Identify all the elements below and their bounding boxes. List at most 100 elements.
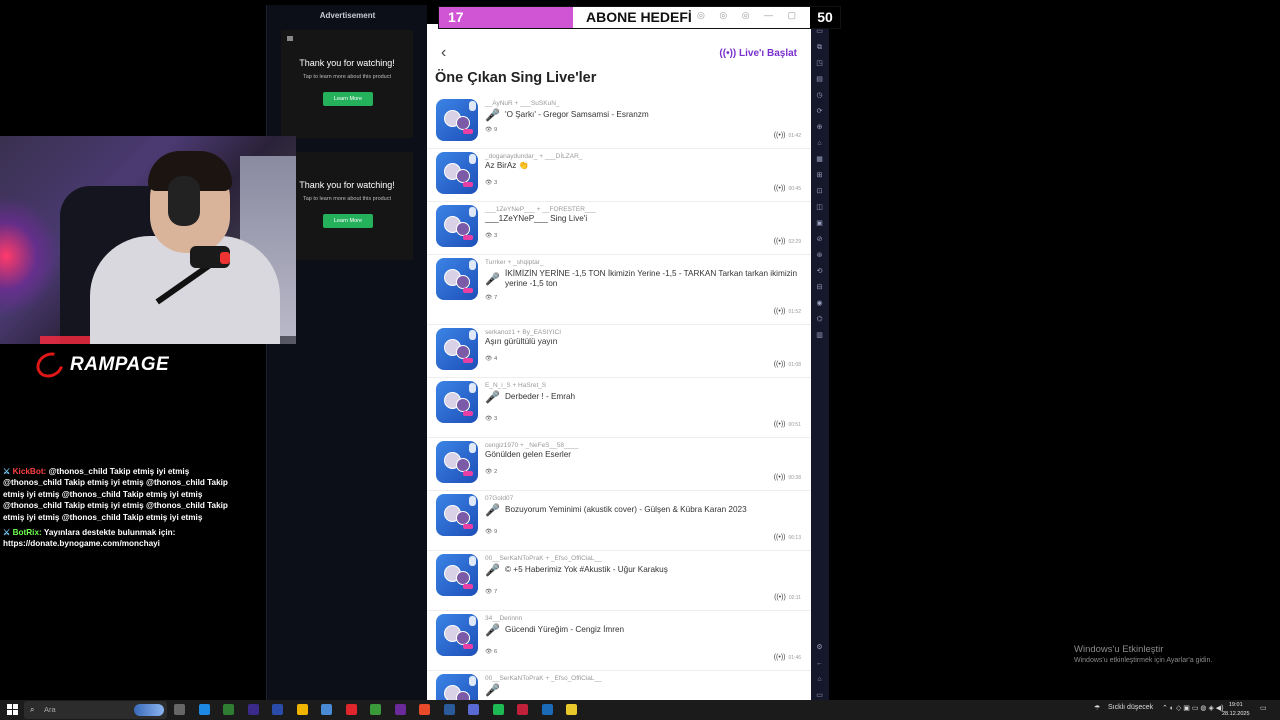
avatar (456, 275, 470, 289)
recents-icon[interactable]: ▭ (815, 692, 824, 700)
home-icon[interactable]: ⌂ (815, 676, 824, 684)
chrome-icon[interactable] (223, 704, 234, 715)
sidebar-tool-icon[interactable]: ⧉ (815, 44, 824, 52)
sidebar-tool-icon[interactable]: ⌂ (815, 140, 824, 148)
broadcast-icon: ((•)) (773, 654, 786, 661)
file-explorer-icon[interactable] (174, 704, 185, 715)
song-text: Bozuyorum Yeminimi (akustik cover) - Gül… (505, 505, 747, 514)
ad-card[interactable]: Thank you for watching! Tap to learn mor… (281, 30, 413, 138)
taskbar-clock[interactable]: 19:01 28.12.2025 (1222, 701, 1250, 719)
sidebar-tool-icon[interactable]: ▤ (815, 76, 824, 84)
ad-card[interactable]: Thank you for watching! Tap to learn mor… (281, 152, 413, 260)
live-indicator: ((•)) 00:51 (774, 421, 801, 428)
live-indicator: ((•)) 00:38 (774, 474, 801, 481)
mic-icon (469, 496, 476, 506)
emulator-sidebar: ▭ ⧉ ◳ ▤ ◷ ⟳ ⊕ ⌂ ▦ ⊞ ⊡ ◫ ▣ ⊘ ⊛ ⟲ ⊟ ◉ ⌬ ▥ ⚙ ← ⌂ ▭ (811, 24, 829, 700)
steam-icon-2[interactable] (541, 704, 553, 715)
sidebar-tool-icon[interactable]: ⊘ (815, 236, 824, 244)
view-count-value: 2 (493, 469, 498, 475)
premiere-icon-2[interactable] (394, 704, 406, 715)
room-users: cengiz1970 + _NeFeS__58____ (485, 442, 579, 449)
live-list-item[interactable]: E_N_i_S + HaSret_S 🎤 Derbeder ! - Emrah 👁 3… (427, 378, 811, 438)
minecraft-icon[interactable] (370, 704, 381, 715)
opera-icon[interactable] (345, 704, 357, 715)
sidebar-tool-icon[interactable]: ▦ (815, 156, 824, 164)
clock-time: 19:01 (1228, 702, 1243, 708)
learn-more-button[interactable]: Learn More (323, 214, 373, 228)
notepad-icon[interactable] (321, 704, 332, 715)
sidebar-tool-icon[interactable]: ▥ (815, 332, 824, 340)
avatar (456, 691, 470, 700)
back-arrow-icon[interactable]: ‹ (441, 45, 453, 61)
song-title: Aşırı gürültülü yayın (485, 337, 803, 347)
live-list-item[interactable]: _doganaydundar_ + ___DİLZAR_ Az BirAz 👏 👁 … (427, 149, 811, 202)
notification-icon[interactable]: ▭ (1260, 704, 1267, 712)
room-thumbnail (436, 328, 478, 370)
sidebar-tool-icon[interactable]: ⟲ (815, 268, 824, 276)
record-icon[interactable] (517, 704, 528, 715)
chrome-icon-2[interactable] (419, 704, 430, 715)
live-list-item[interactable]: 34__Derinnn 🎤 Gücendi Yüreğim - Cengiz İmr… (427, 611, 811, 671)
song-text: Az BirAz 👏 (485, 161, 529, 170)
live-duration: 00:38 (788, 475, 801, 481)
broadcast-icon: ((•)) (773, 421, 786, 428)
live-list-item[interactable]: ___1ZeYNeP___ + __FORESTER___ ___1ZeYNeP_… (427, 202, 811, 255)
folder-icon[interactable] (296, 704, 308, 715)
ad-subtitle: Tap to learn more about this product (302, 74, 392, 80)
sidebar-tool-icon[interactable]: ▭ (815, 28, 824, 36)
eye-icon: 👁 (485, 127, 494, 133)
live-list-item[interactable]: Turrker + _shqiptar_ 🎤 İKİMİZİN YERİNE -1,… (427, 255, 811, 325)
photoshop-icon[interactable] (272, 704, 283, 715)
discord-icon[interactable] (468, 704, 479, 715)
song-title: 🎤 'O Şarkı' - Gregor Samsamsi - Esranzm (485, 109, 803, 121)
eye-icon: 👁 (485, 180, 494, 186)
start-menu-icon[interactable] (7, 704, 18, 715)
live-duration: 00:45 (788, 186, 801, 192)
sidebar-tool-icon[interactable]: ⊡ (815, 188, 824, 196)
sidebar-tool-icon[interactable]: ⊞ (815, 172, 824, 180)
steam-icon[interactable] (443, 704, 455, 715)
subscriber-goal-overlay: 17 ABONE HEDEFİ ◎ ◎ ◎ — ▢ ✕ 50 (438, 6, 841, 29)
live-list-item[interactable]: cengiz1970 + _NeFeS__58____ Gönülden gele… (427, 438, 811, 491)
clock-date: 28.12.2025 (1222, 711, 1250, 717)
microphone-icon: 🎤 (485, 683, 500, 697)
live-list-item[interactable]: 00__SerKaNToPraK + _Efso_OffiCiaL__ 🎤 © +5… (427, 551, 811, 611)
room-users: _doganaydundar_ + ___DİLZAR_ (485, 153, 583, 160)
sidebar-tool-icon[interactable]: ⊟ (815, 284, 824, 292)
avatar (463, 182, 473, 187)
settings-icon[interactable]: ⚙ (815, 644, 824, 652)
tray-icons[interactable]: ⌃ ◐ ◇ ▣ ▭ ◍ ◈ ◀) (1162, 704, 1224, 712)
sidebar-tool-icon[interactable]: ⊕ (815, 124, 824, 132)
app-icon[interactable] (566, 704, 577, 715)
view-count-value: 3 (493, 416, 498, 422)
start-live-label: Live'ı Başlat (739, 48, 797, 59)
sword-badge-icon: ⚔ (3, 467, 11, 476)
taskbar-search[interactable]: ⌕ Ara (24, 701, 167, 719)
live-list-item[interactable]: __AyNuR + ___SuSKuN_ 🎤 'O Şarkı' - Gregor … (427, 96, 811, 149)
sidebar-tool-icon[interactable]: ⌬ (815, 316, 824, 324)
microphone-icon: 🎤 (485, 563, 500, 577)
spotify-icon[interactable] (492, 704, 504, 715)
premiere-icon[interactable] (247, 704, 259, 715)
room-users: 34__Derinnn (485, 615, 523, 622)
sidebar-tool-icon[interactable]: ◫ (815, 204, 824, 212)
live-list-item[interactable]: serkanoz1 + By_EASIYICI Aşırı gürültülü y… (427, 325, 811, 378)
sidebar-tool-icon[interactable]: ⊛ (815, 252, 824, 260)
room-thumbnail (436, 674, 478, 700)
sidebar-tool-icon[interactable]: ◷ (815, 92, 824, 100)
store-icon[interactable] (198, 704, 210, 715)
live-list-item[interactable]: 07Gold07 🎤 Bozuyorum Yeminimi (akustik cov… (427, 491, 811, 551)
back-icon[interactable]: ← (815, 660, 824, 668)
sidebar-tool-icon[interactable]: ▣ (815, 220, 824, 228)
live-duration: 06:13 (788, 535, 801, 541)
sidebar-tool-icon[interactable]: ⟳ (815, 108, 824, 116)
sidebar-tool-icon[interactable]: ◉ (815, 300, 824, 308)
avatar (456, 458, 470, 472)
sidebar-tool-icon[interactable]: ◳ (815, 60, 824, 68)
live-list-item[interactable]: 00__SerKaNToPraK + _Efso_OffiCiaL__ 🎤 (427, 671, 811, 700)
learn-more-button[interactable]: Learn More (323, 92, 373, 106)
start-live-button[interactable]: ((•)) Live'ı Başlat (719, 48, 797, 59)
activation-title: Windows'u Etkinleştir (1074, 644, 1164, 655)
broadcast-icon: ((•)) (719, 48, 740, 59)
room-thumbnail (436, 99, 478, 141)
